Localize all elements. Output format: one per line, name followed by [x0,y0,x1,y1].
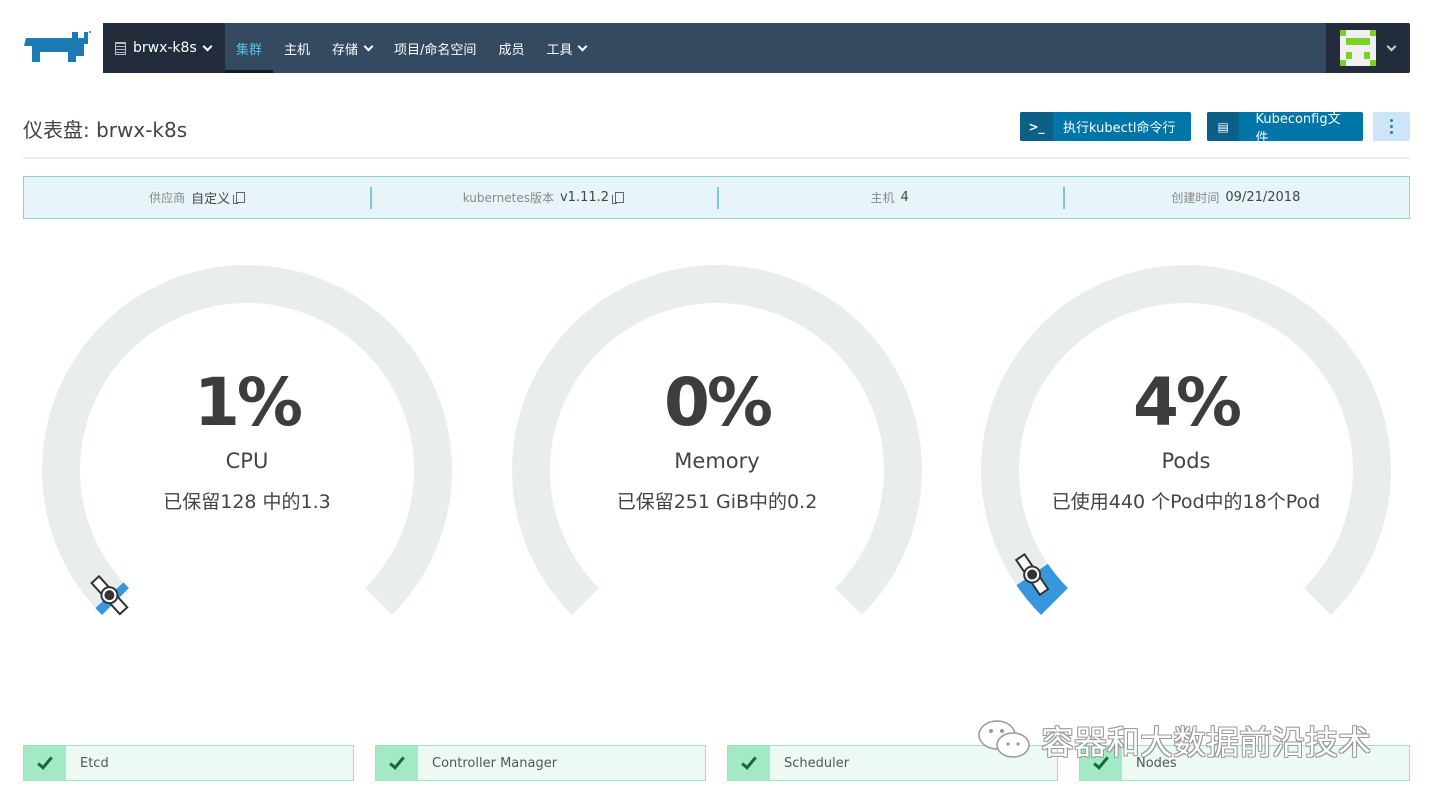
gauge-cpu: 1% CPU 已保留128 中的1.3 [37,262,457,642]
gauge-percent: 1% [193,364,303,441]
terminal-icon: >_ [1020,112,1053,141]
gauge-percent: 4% [1132,364,1242,441]
status-controller-manager: Controller Manager [375,745,706,781]
status-scheduler: Scheduler [727,745,1058,781]
kubectl-shell-button[interactable]: >_ 执行kubectl命令行 [1020,112,1191,141]
gauge-label: Pods [1161,449,1211,473]
gauge-label: Memory [674,449,760,473]
gauge-percent: 0% [663,364,773,441]
copy-icon[interactable] [612,192,625,204]
check-icon [1080,746,1122,780]
header-divider [23,157,1410,159]
info-hosts: 主机 4 [716,187,1063,209]
gauge-detail: 已保留128 中的1.3 [163,491,331,513]
rancher-logo[interactable] [22,30,92,64]
gauge-pods: 4% Pods 已使用440 个Pod中的18个Pod [976,262,1396,642]
gauge-memory: 0% Memory 已保留251 GiB中的0.2 [507,262,927,642]
more-actions-button[interactable] [1373,112,1410,141]
chevron-down-icon [202,41,213,51]
nav-item-projects[interactable]: 项目/命名空间 [383,23,487,73]
page-title: 仪表盘: brwx-k8s [23,118,188,142]
check-icon [24,746,66,780]
file-icon: ▤ [1207,112,1240,141]
info-provider: 供应商 自定义 [24,188,370,207]
info-k8s-version: kubernetes版本 v1.11.2 [370,187,716,209]
status-etcd: Etcd [23,745,354,781]
cluster-icon [115,41,126,55]
cluster-name: brwx-k8s [133,40,197,56]
chevron-down-icon [578,41,588,51]
avatar [1340,30,1376,66]
chevron-down-icon [1386,41,1397,51]
gauge-detail: 已使用440 个Pod中的18个Pod [1051,491,1321,513]
nav-item-members[interactable]: 成员 [487,23,535,73]
cluster-selector[interactable]: brwx-k8s [103,23,225,73]
kubeconfig-button[interactable]: ▤ Kubeconfig文件 [1207,112,1363,141]
info-created: 创建时间 09/21/2018 [1062,187,1409,209]
check-icon [376,746,418,780]
check-icon [728,746,770,780]
nav-item-cluster[interactable]: 集群 [225,23,274,73]
nav-item-storage[interactable]: 存储 [321,23,383,73]
user-menu[interactable] [1326,23,1410,73]
copy-icon[interactable] [233,192,246,204]
chevron-down-icon [363,41,374,51]
top-navigation: brwx-k8s 集群 主机 存储 项目/命名空间 成员 工具 [103,23,1410,73]
kebab-icon [1390,119,1393,122]
nav-item-hosts[interactable]: 主机 [273,23,321,73]
gauge-detail: 已保留251 GiB中的0.2 [616,491,818,513]
gauge-label: CPU [225,449,269,473]
nav-item-tools[interactable]: 工具 [535,23,597,73]
cluster-info-bar: 供应商 自定义 kubernetes版本 v1.11.2 主机 4 创建时间 09/21… [23,176,1410,219]
status-nodes: Nodes [1079,745,1410,781]
